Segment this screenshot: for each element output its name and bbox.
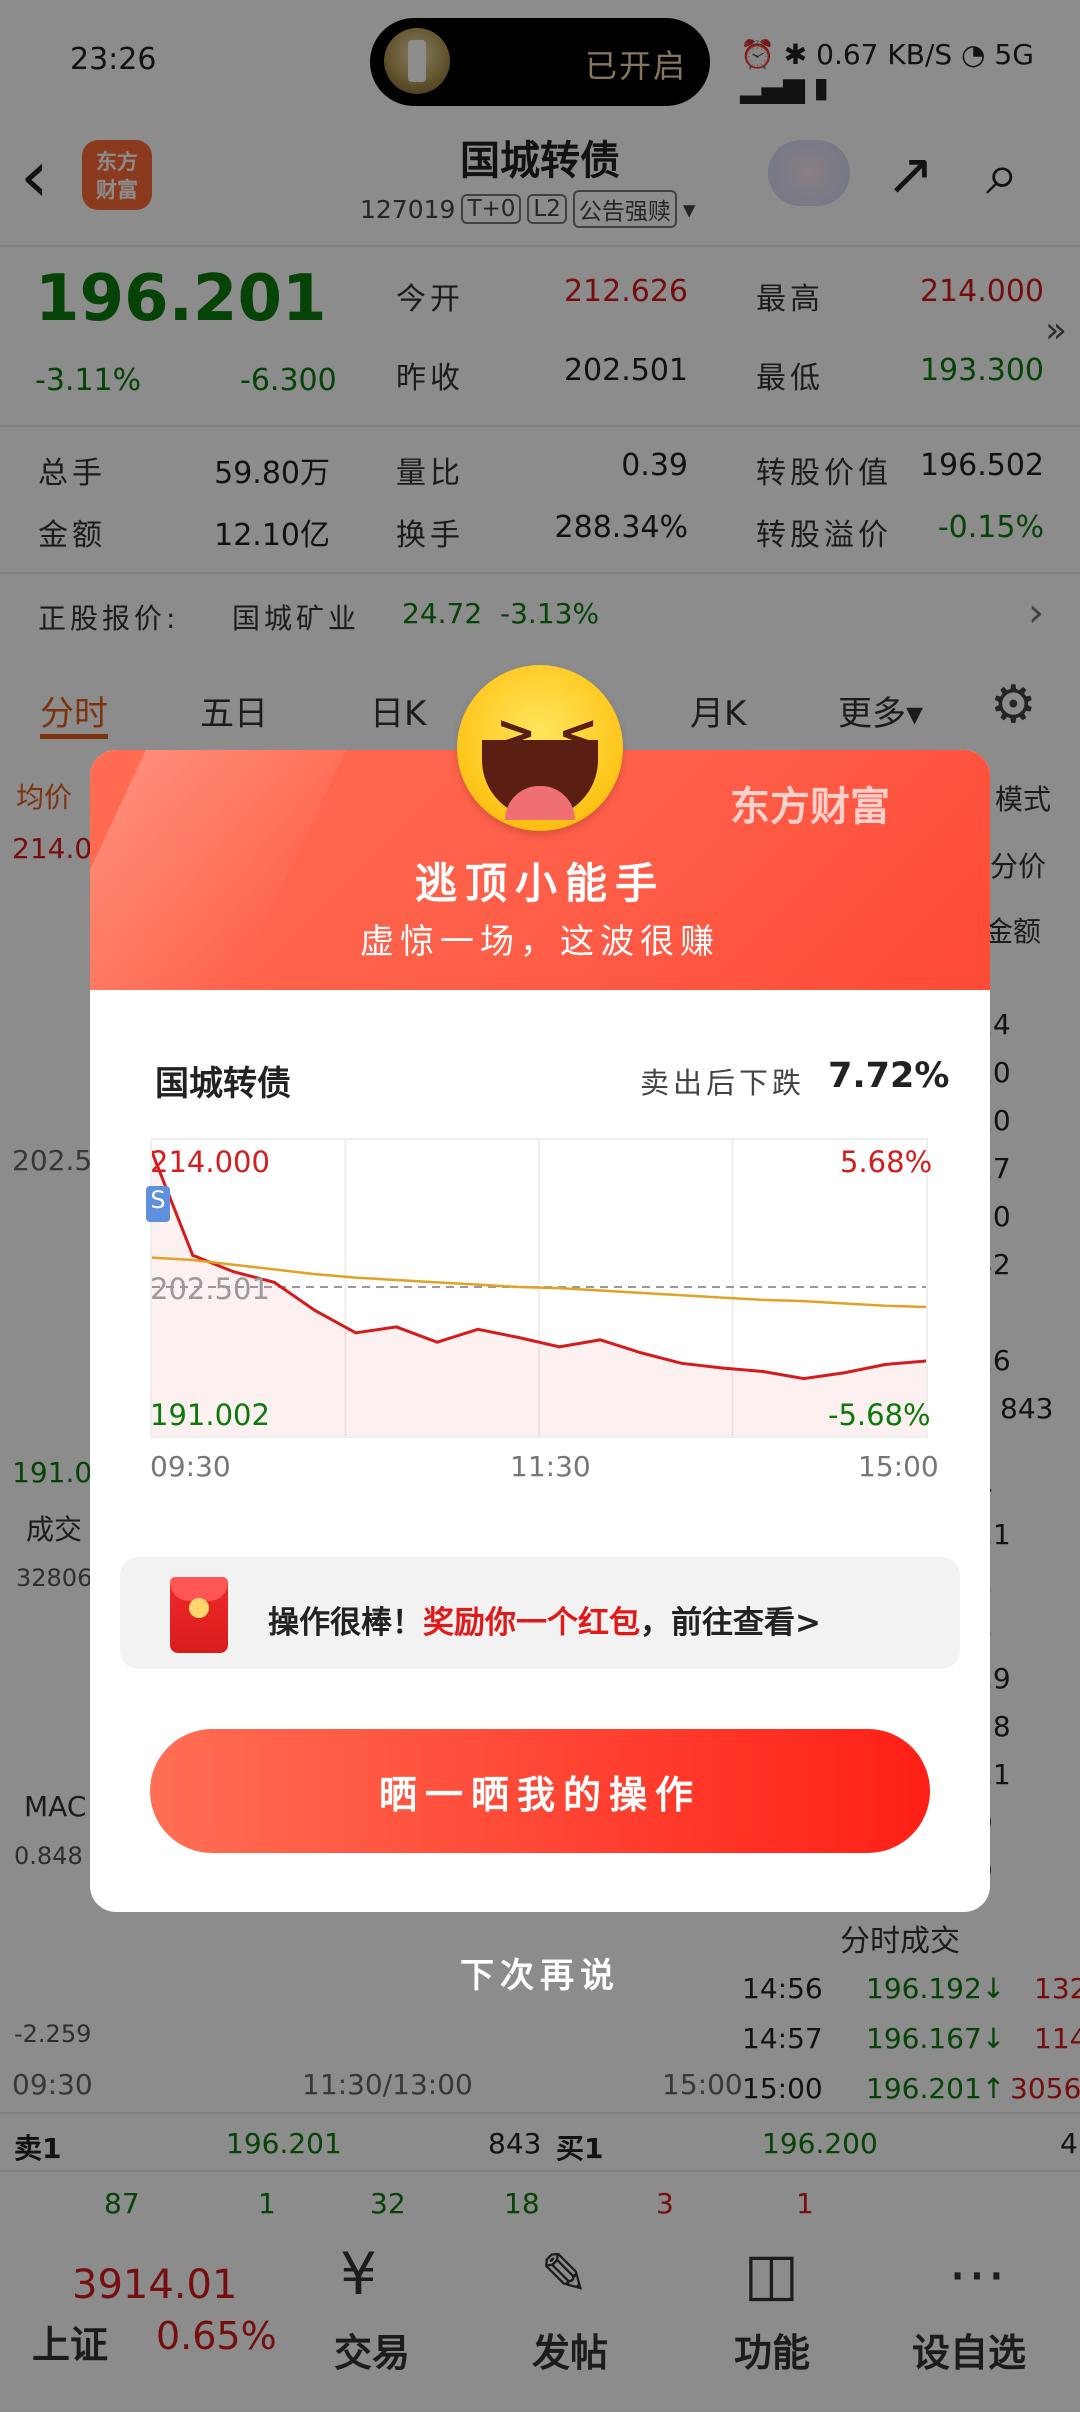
price-point — [517, 1335, 521, 1339]
chart-time-mid: 11:30 — [510, 1450, 591, 1483]
price-point — [313, 1308, 317, 1312]
reward-text[interactable]: 操作很棒！奖励你一个红包，前往查看> — [268, 1597, 821, 1642]
price-point — [680, 1361, 684, 1365]
reward-suffix: ，前往查看> — [640, 1605, 821, 1641]
chart-time-end: 15:00 — [858, 1450, 939, 1483]
red-envelope-seal-icon — [189, 1598, 209, 1618]
sell-drop-label: 卖出后下跌 — [640, 1066, 806, 1100]
price-point — [639, 1351, 643, 1355]
chart-time-start: 09:30 — [150, 1450, 231, 1483]
chart-low-label: 191.002 — [150, 1398, 270, 1432]
price-point — [598, 1338, 602, 1342]
chart-high-percent: 5.68% — [840, 1145, 933, 1179]
price-point — [761, 1370, 765, 1374]
chart-reference-label: 202.501 — [150, 1272, 270, 1306]
share-operation-button[interactable]: 晒一晒我的操作 — [150, 1729, 930, 1853]
price-point — [435, 1340, 439, 1344]
modal-stock-name: 国城转债 — [155, 1064, 291, 1104]
price-point — [843, 1371, 847, 1375]
price-point — [802, 1377, 806, 1381]
price-point — [883, 1362, 887, 1366]
price-point — [272, 1280, 276, 1284]
price-point — [354, 1331, 358, 1335]
modal-title: 逃顶小能手 — [414, 859, 665, 908]
chart-low-percent: -5.68% — [828, 1398, 931, 1432]
dismiss-link[interactable]: 下次再说 — [0, 1948, 1080, 1997]
reward-prefix: 操作很棒！ — [268, 1605, 423, 1641]
chart-high-label: 214.000 — [150, 1145, 270, 1179]
price-point — [191, 1253, 195, 1257]
modal-subtitle: 虚惊一场，这波很赚 — [360, 922, 720, 962]
brand-watermark: 东方财富 — [730, 784, 890, 830]
sell-marker: S — [146, 1186, 170, 1222]
reward-highlight: 奖励你一个红包 — [423, 1605, 640, 1641]
price-point — [557, 1345, 561, 1349]
price-point — [394, 1325, 398, 1329]
price-point — [720, 1366, 724, 1370]
price-point — [476, 1327, 480, 1331]
sell-drop-value: 7.72% — [828, 1056, 950, 1096]
